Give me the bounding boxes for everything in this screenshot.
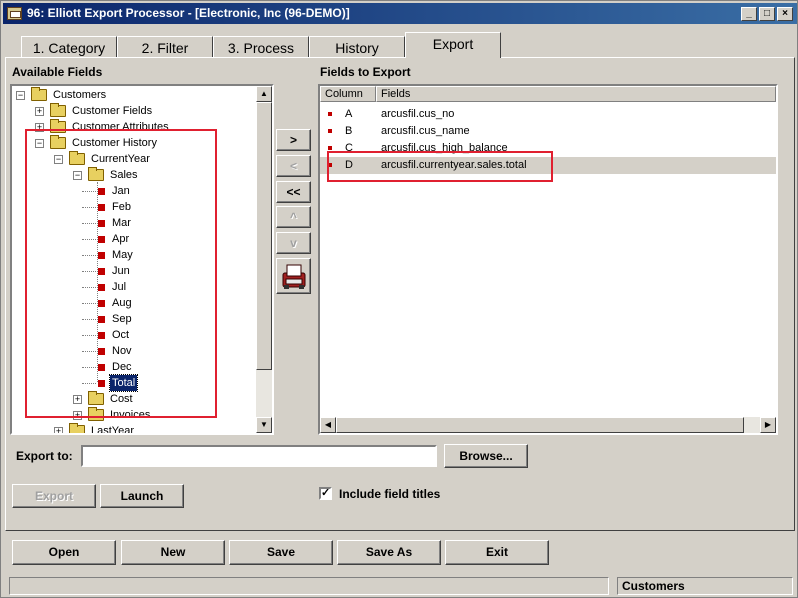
tab-history-label: History bbox=[335, 40, 379, 56]
field-name: arcusfil.cus_no bbox=[381, 108, 455, 120]
folder-icon bbox=[69, 423, 85, 433]
scroll-right-arrow-icon[interactable]: ▶ bbox=[760, 417, 776, 433]
tree-item-label: Customers bbox=[53, 89, 107, 101]
highlight-box-customer-history bbox=[25, 129, 217, 418]
fields-to-export-list[interactable]: Column Fields Aarcusfil.cus_no Barcusfil.… bbox=[318, 84, 778, 435]
export-printer-button[interactable] bbox=[276, 258, 311, 294]
column-header-column[interactable]: Column bbox=[320, 86, 376, 102]
tab-filter-label: 2. Filter bbox=[141, 40, 189, 56]
tree-folder-item[interactable]: − Customers bbox=[12, 87, 252, 103]
horizontal-scroll-thumb[interactable] bbox=[336, 417, 744, 433]
title-bar: 96: Elliott Export Processor - [Electron… bbox=[3, 3, 797, 24]
column-letter: B bbox=[345, 125, 353, 137]
close-button[interactable]: × bbox=[777, 7, 793, 21]
export-field-row[interactable]: Aarcusfil.cus_no bbox=[320, 106, 776, 123]
tree-folder-item[interactable]: + LastYear bbox=[12, 423, 252, 435]
launch-button[interactable]: Launch bbox=[100, 484, 184, 508]
tab-history[interactable]: History bbox=[309, 36, 405, 58]
tab-export-label: Export bbox=[432, 36, 474, 52]
include-titles-label: Include field titles bbox=[339, 487, 441, 501]
browse-button[interactable]: Browse... bbox=[444, 444, 528, 468]
printer-icon bbox=[282, 264, 305, 289]
tree-item-label: Customer Fields bbox=[72, 105, 153, 117]
scroll-thumb[interactable] bbox=[256, 102, 272, 370]
collapse-icon[interactable]: − bbox=[16, 91, 25, 100]
column-letter: A bbox=[345, 108, 353, 120]
remove-all-button[interactable]: << bbox=[276, 181, 311, 203]
scroll-up-arrow-icon[interactable]: ▲ bbox=[256, 86, 272, 102]
tree-scrollbar[interactable]: ▲ ▼ bbox=[256, 86, 272, 433]
expand-icon[interactable]: + bbox=[54, 427, 63, 433]
status-bar-right: Customers bbox=[617, 577, 793, 595]
folder-icon bbox=[31, 87, 47, 101]
status-bar-left bbox=[9, 577, 609, 595]
expand-icon[interactable]: + bbox=[35, 107, 44, 116]
tab-process[interactable]: 3. Process bbox=[213, 36, 309, 58]
app-window: 96: Elliott Export Processor - [Electron… bbox=[0, 0, 798, 598]
tree-item-label: LastYear bbox=[91, 425, 135, 435]
export-to-input[interactable] bbox=[81, 445, 437, 467]
include-titles-checkbox[interactable]: ✓ bbox=[319, 487, 332, 500]
add-field-button[interactable]: > bbox=[276, 129, 311, 151]
column-header-fields[interactable]: Fields bbox=[376, 86, 776, 102]
export-to-label: Export to: bbox=[16, 449, 73, 463]
row-marker-icon bbox=[328, 129, 332, 133]
app-icon bbox=[7, 7, 22, 20]
fields-to-export-label: Fields to Export bbox=[320, 65, 411, 79]
available-fields-label: Available Fields bbox=[12, 65, 103, 79]
remove-field-button[interactable]: < bbox=[276, 155, 311, 177]
open-button[interactable]: Open bbox=[12, 540, 116, 565]
tab-export[interactable]: Export bbox=[405, 32, 501, 58]
exit-button[interactable]: Exit bbox=[445, 540, 549, 565]
move-down-button[interactable]: v bbox=[276, 232, 311, 254]
maximize-button[interactable]: □ bbox=[759, 7, 775, 21]
tab-process-label: 3. Process bbox=[227, 40, 295, 56]
scroll-left-arrow-icon[interactable]: ◀ bbox=[320, 417, 336, 433]
highlight-box-total-field bbox=[327, 151, 553, 182]
scroll-down-arrow-icon[interactable]: ▼ bbox=[256, 417, 272, 433]
window-title: 96: Elliott Export Processor - [Electron… bbox=[27, 6, 350, 20]
row-marker-icon bbox=[328, 112, 332, 116]
new-button[interactable]: New bbox=[121, 540, 225, 565]
tree-folder-item[interactable]: + Customer Fields bbox=[12, 103, 252, 119]
horizontal-scrollbar[interactable]: ◀ ▶ bbox=[320, 417, 776, 433]
minimize-button[interactable]: _ bbox=[741, 7, 757, 21]
export-field-row[interactable]: Barcusfil.cus_name bbox=[320, 123, 776, 140]
save-button[interactable]: Save bbox=[229, 540, 333, 565]
checkmark-icon: ✓ bbox=[321, 487, 331, 499]
export-button[interactable]: Export bbox=[12, 484, 96, 508]
save-as-button[interactable]: Save As bbox=[337, 540, 441, 565]
tab-category-label: 1. Category bbox=[32, 40, 106, 56]
folder-icon bbox=[50, 103, 66, 117]
tab-filter[interactable]: 2. Filter bbox=[117, 36, 213, 58]
field-name: arcusfil.cus_name bbox=[381, 125, 470, 137]
tab-category[interactable]: 1. Category bbox=[21, 36, 117, 58]
move-up-button[interactable]: ^ bbox=[276, 206, 311, 228]
row-marker-icon bbox=[328, 146, 332, 150]
